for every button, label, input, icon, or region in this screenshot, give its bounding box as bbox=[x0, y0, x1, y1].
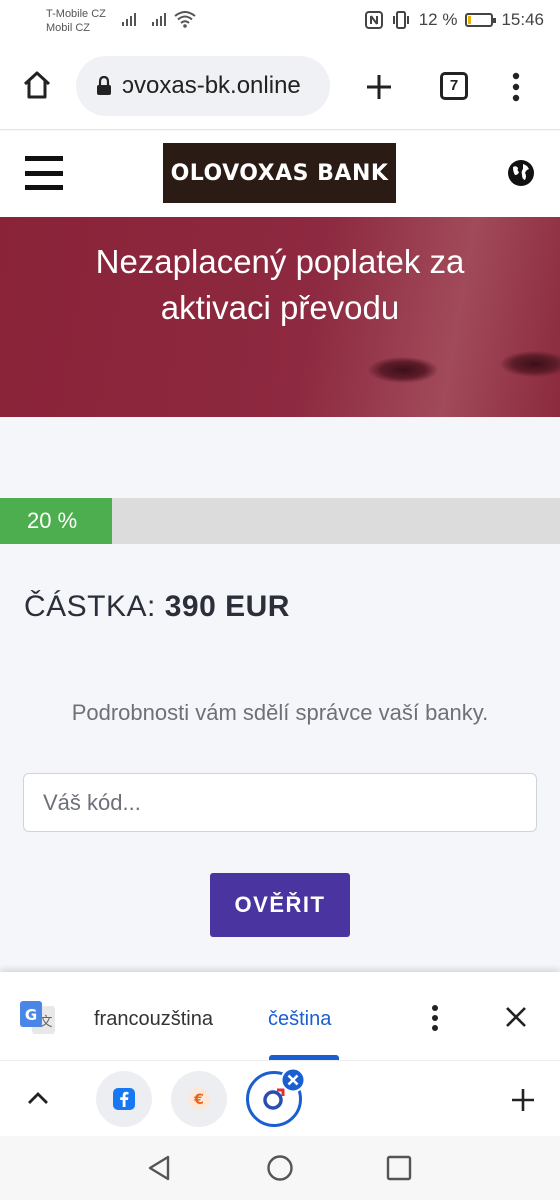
google-translate-icon[interactable]: 文 G bbox=[19, 1000, 57, 1036]
carrier-name-secondary: Mobil CZ bbox=[46, 22, 91, 34]
status-right: 12 % 15:46 bbox=[364, 10, 544, 30]
battery-percent: 12 % bbox=[418, 10, 458, 29]
wifi-icon bbox=[174, 11, 196, 28]
url-text: ɔvoxas-bk.online bbox=[122, 72, 301, 99]
amount-label: ČÁSTKA: bbox=[24, 590, 156, 623]
carrier-name: T-Mobile CZ bbox=[46, 8, 106, 20]
chevron-up-icon[interactable] bbox=[27, 1091, 49, 1105]
add-tab-icon[interactable] bbox=[511, 1088, 535, 1112]
svg-text:G: G bbox=[25, 1006, 37, 1024]
bank-logo[interactable]: OLOVOXAS BANK bbox=[163, 143, 396, 203]
home-icon[interactable] bbox=[22, 70, 52, 100]
close-tab-icon[interactable] bbox=[280, 1067, 306, 1093]
euro-site-icon: € bbox=[188, 1088, 210, 1110]
amount-value: 390 EUR bbox=[164, 590, 290, 623]
signal-icon bbox=[152, 12, 166, 26]
info-text: Podrobnosti vám sdělí správce vaší banky… bbox=[71, 700, 489, 725]
tab-group-toolbar: € bbox=[0, 1060, 560, 1136]
translate-options-icon[interactable] bbox=[430, 1004, 440, 1032]
progress-fill: 20 % bbox=[0, 498, 112, 544]
battery-icon bbox=[465, 13, 497, 27]
status-bar: T-Mobile CZ Mobil CZ 12 % 15:46 bbox=[0, 0, 560, 44]
vibrate-icon bbox=[392, 11, 409, 29]
facebook-icon bbox=[113, 1088, 135, 1110]
site-tab[interactable]: € bbox=[171, 1071, 227, 1127]
target-language-tab[interactable]: čeština bbox=[268, 1008, 331, 1031]
address-bar[interactable]: ɔvoxas-bk.online bbox=[76, 56, 330, 116]
browser-toolbar: ɔvoxas-bk.online 7 bbox=[0, 44, 560, 130]
home-button-icon[interactable] bbox=[266, 1154, 294, 1182]
page-title: Nezaplacený poplatek za aktivaci převodu bbox=[95, 243, 465, 326]
system-nav-bar bbox=[0, 1136, 560, 1200]
hero-image-detail bbox=[368, 357, 438, 383]
site-header: OLOVOXAS BANK bbox=[0, 131, 560, 217]
progress-bar: 20 % bbox=[0, 498, 560, 544]
verify-button[interactable]: OVĚŘIT bbox=[210, 873, 350, 937]
globe-icon[interactable] bbox=[507, 159, 535, 187]
clock: 15:46 bbox=[501, 10, 544, 29]
nfc-icon bbox=[364, 11, 383, 29]
tab-switcher-button[interactable]: 7 bbox=[440, 72, 468, 100]
hero-image-detail bbox=[500, 351, 560, 377]
lock-icon bbox=[97, 76, 111, 95]
more-options-icon[interactable] bbox=[511, 72, 521, 102]
menu-icon[interactable] bbox=[25, 156, 63, 190]
recents-icon[interactable] bbox=[386, 1155, 412, 1181]
back-icon[interactable] bbox=[146, 1154, 174, 1182]
close-icon[interactable] bbox=[505, 1006, 527, 1028]
carrier-info: T-Mobile CZ Mobil CZ bbox=[46, 7, 106, 35]
signal-icon bbox=[122, 12, 136, 26]
svg-text:€: € bbox=[193, 1092, 204, 1108]
facebook-tab[interactable] bbox=[96, 1071, 152, 1127]
new-tab-icon[interactable] bbox=[366, 74, 392, 100]
code-input[interactable] bbox=[23, 773, 537, 832]
translate-bar: 文 G francouzština čeština bbox=[0, 972, 560, 1060]
hero-banner: Nezaplacený poplatek za aktivaci převodu bbox=[0, 217, 560, 417]
source-language-tab[interactable]: francouzština bbox=[94, 1008, 213, 1031]
amount-line: ČÁSTKA: 390 EUR bbox=[24, 590, 290, 624]
